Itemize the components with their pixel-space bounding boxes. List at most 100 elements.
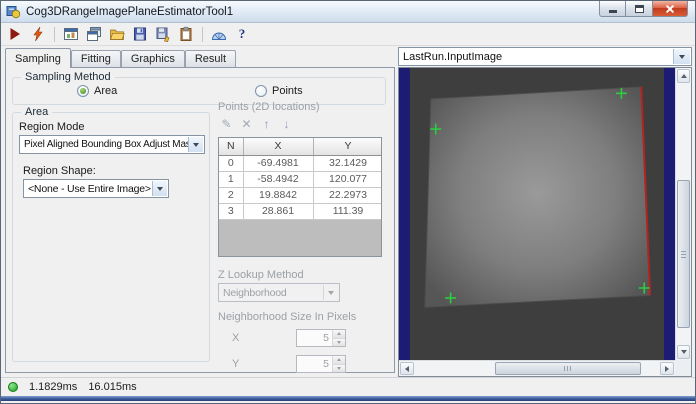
cell-x: 28.861: [243, 203, 314, 220]
save-icon[interactable]: [130, 24, 150, 44]
window-controls: [599, 1, 688, 17]
cell-x: -58.4942: [243, 171, 314, 188]
toolbar-separator: [54, 26, 55, 42]
region-mode-select[interactable]: Pixel Aligned Bounding Box Adjust Mask: [19, 135, 205, 154]
scroll-down-icon[interactable]: [677, 345, 690, 359]
show-image-icon[interactable]: [61, 24, 81, 44]
tab-graphics[interactable]: Graphics: [120, 50, 185, 67]
region-mode-value: Pixel Aligned Bounding Box Adjust Mask: [24, 139, 196, 150]
table-row: 3 28.861 111.39: [219, 203, 381, 220]
status-bar: 1.1829ms 16.015ms: [1, 377, 695, 396]
z-lookup-select[interactable]: Neighborhood: [218, 283, 340, 302]
image-display-panel: LastRun.InputImage: [397, 46, 695, 377]
col-header-y: Y: [313, 138, 381, 156]
electric-run-icon[interactable]: [28, 24, 48, 44]
cell-n: 0: [219, 155, 244, 172]
cell-x: 19.8842: [243, 187, 314, 204]
move-down-icon[interactable]: ↓: [278, 116, 295, 132]
move-up-icon[interactable]: ↑: [258, 116, 275, 132]
region-mode-label: Region Mode: [19, 121, 85, 133]
radio-area-dot: [77, 85, 89, 97]
tab-fitting[interactable]: Fitting: [70, 50, 121, 67]
spin-down-icon[interactable]: [333, 338, 345, 346]
close-icon: [665, 4, 675, 14]
minimize-button[interactable]: [599, 1, 626, 17]
app-icon: [6, 6, 21, 19]
window-title: Cog3DRangeImagePlaneEstimatorTool1: [26, 5, 234, 18]
cascade-windows-icon[interactable]: [84, 24, 104, 44]
app-window: Cog3DRangeImagePlaneEstimatorTool1 ? Sam…: [0, 0, 696, 404]
tab-result[interactable]: Result: [184, 50, 237, 67]
region-shape-select[interactable]: <None - Use Entire Image>: [23, 179, 169, 198]
cell-y: 111.39: [313, 203, 381, 220]
scroll-right-icon[interactable]: [660, 362, 674, 375]
points-table[interactable]: N X Y 0 -69.4981 32.1429 1 -58.4942 120.…: [218, 137, 382, 257]
save-as-icon[interactable]: [153, 24, 173, 44]
help-icon[interactable]: ?: [232, 24, 252, 44]
toolbar-separator: [202, 26, 203, 42]
cell-n: 1: [219, 171, 244, 188]
col-header-n: N: [219, 138, 244, 156]
spin-up-icon[interactable]: [333, 330, 345, 339]
status-ok-icon: [8, 382, 18, 392]
chevron-down-icon: [152, 181, 167, 196]
radio-area[interactable]: Area: [77, 85, 117, 97]
vertical-scroll-thumb[interactable]: [677, 180, 690, 328]
scroll-left-icon[interactable]: [400, 362, 414, 375]
run-icon[interactable]: [5, 24, 25, 44]
spinner-buttons: [332, 356, 345, 372]
area-group-label: Area: [21, 106, 53, 118]
y-label: Y: [232, 358, 240, 370]
scrollbar-corner: [675, 360, 691, 376]
spin-down-icon[interactable]: [333, 364, 345, 372]
title-bar[interactable]: Cog3DRangeImagePlaneEstimatorTool1: [1, 1, 695, 23]
y-size-value: 5: [323, 358, 329, 370]
open-file-icon[interactable]: [107, 24, 127, 44]
tab-strip: Sampling Fitting Graphics Result: [5, 48, 397, 68]
chevron-down-icon: [673, 49, 690, 64]
radio-area-label: Area: [94, 85, 118, 97]
main-content: Sampling Fitting Graphics Result Samplin…: [1, 46, 695, 377]
table-row: 0 -69.4981 32.1429: [219, 155, 381, 172]
chevron-down-icon: [323, 285, 338, 300]
paste-icon[interactable]: [176, 24, 196, 44]
x-size-value: 5: [323, 332, 329, 344]
col-header-x: X: [243, 138, 314, 156]
spinner-buttons: [332, 330, 345, 346]
z-lookup-value: Neighborhood: [223, 286, 287, 299]
sampling-method-group: Sampling Method Area Points: [12, 71, 386, 105]
maximize-button[interactable]: [626, 1, 653, 17]
tab-sampling[interactable]: Sampling: [5, 48, 71, 68]
x-size-spinner[interactable]: 5: [296, 329, 346, 347]
horizontal-scrollbar[interactable]: [399, 360, 675, 376]
scroll-up-icon[interactable]: [677, 69, 690, 83]
plane-region: [424, 86, 651, 308]
vertical-scrollbar[interactable]: [675, 68, 691, 360]
horizontal-scroll-thumb[interactable]: [495, 362, 641, 375]
points-section-label: Points (2D locations): [218, 101, 320, 113]
range-image-canvas[interactable]: [399, 68, 675, 360]
add-point-icon[interactable]: ✎: [218, 116, 235, 132]
z-lookup-label: Z Lookup Method: [218, 269, 304, 281]
image-viewport: [398, 67, 692, 377]
main-toolbar: ?: [1, 23, 695, 46]
parameter-panel: Sampling Fitting Graphics Result Samplin…: [1, 46, 397, 377]
points-toolbar: ✎ ✕ ↑ ↓: [218, 116, 295, 132]
image-selector[interactable]: LastRun.InputImage: [398, 47, 692, 66]
left-band: [399, 68, 410, 360]
region-shape-value: <None - Use Entire Image>: [28, 182, 151, 195]
right-band: [664, 68, 675, 360]
cell-y: 22.2973: [313, 187, 381, 204]
radio-points[interactable]: Points: [255, 85, 303, 97]
measure-icon[interactable]: [209, 24, 229, 44]
minimize-icon: [608, 10, 617, 13]
window-frame-edge: [1, 396, 695, 401]
delete-point-icon[interactable]: ✕: [238, 116, 255, 132]
spin-up-icon[interactable]: [333, 356, 345, 365]
radio-points-label: Points: [272, 85, 303, 97]
y-size-spinner[interactable]: 5: [296, 355, 346, 373]
region-shape-label: Region Shape:: [23, 165, 96, 177]
radio-points-dot: [255, 85, 267, 97]
close-button[interactable]: [653, 1, 688, 17]
cell-n: 2: [219, 187, 244, 204]
